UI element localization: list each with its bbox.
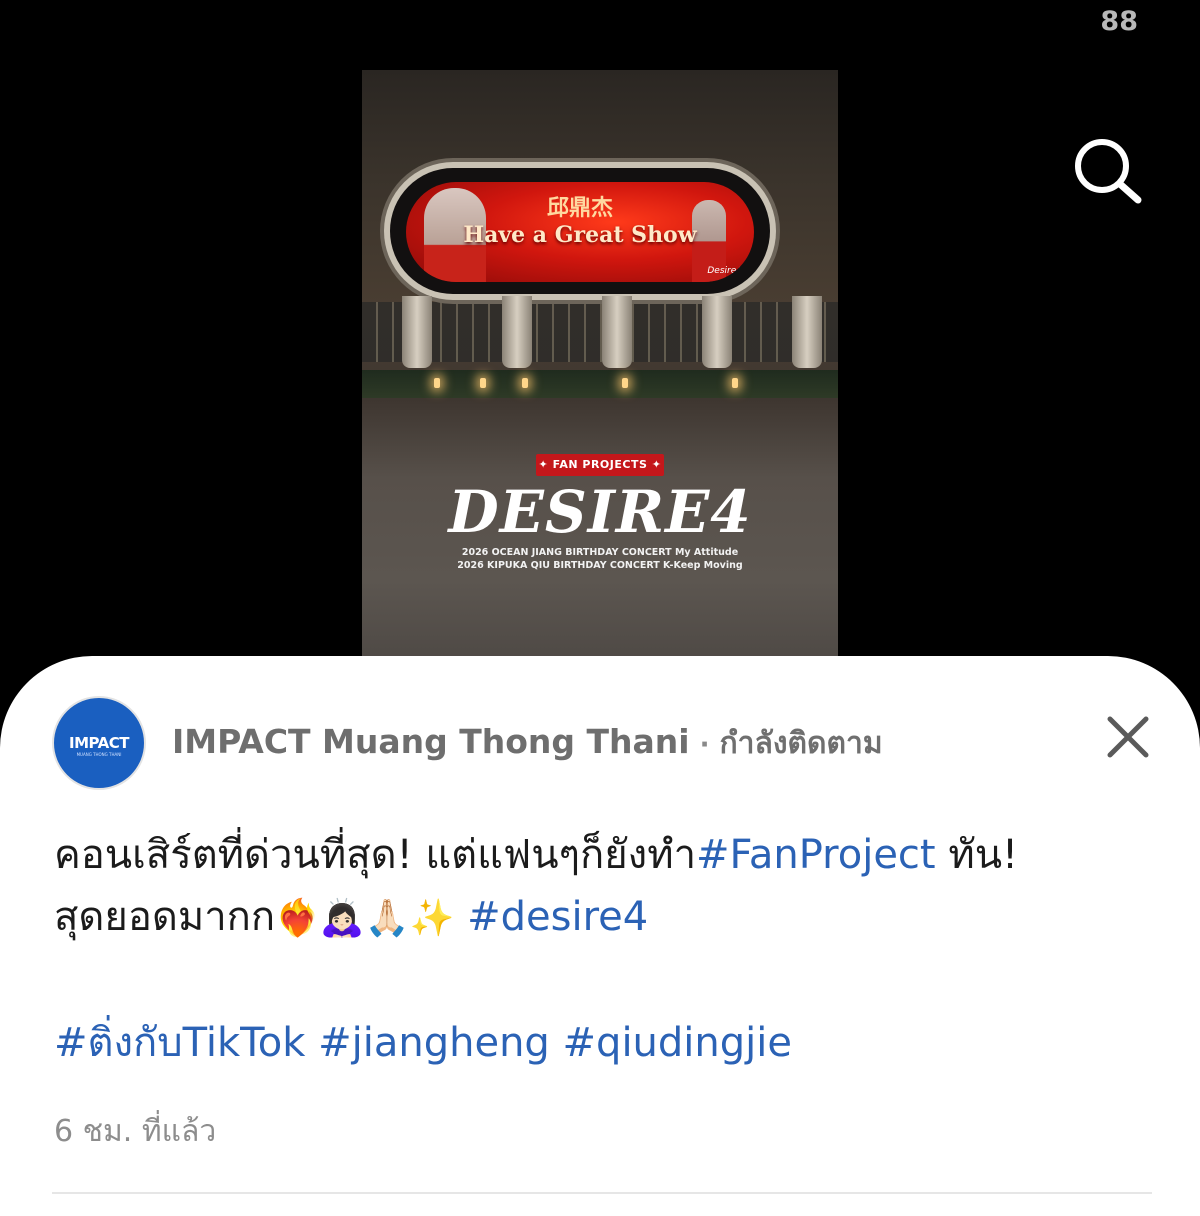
avatar-logo-text: IMPACT	[69, 734, 129, 752]
building-pillars	[392, 296, 822, 368]
ground-lamp	[732, 378, 738, 388]
fan-projects-badge: ✦ FAN PROJECTS ✦	[536, 454, 664, 476]
search-button[interactable]	[1070, 136, 1146, 206]
caption-text: คอนเสิร์ตที่ด่วนที่สุด! แต่แฟนๆก็ยังทำ	[54, 832, 697, 878]
concert-line-2: 2026 KIPUKA QIU BIRTHDAY CONCERT K-Keep …	[457, 560, 743, 571]
close-icon	[1107, 716, 1149, 758]
post-caption: คอนเสิร์ตที่ด่วนที่สุด! แต่แฟนๆก็ยังทำ#F…	[54, 824, 1154, 1074]
close-button[interactable]	[1104, 713, 1152, 761]
hashtag-jiangheng[interactable]: #jiangheng	[318, 1020, 550, 1066]
caption-line-2: สุดยอดมากก❤️‍🔥🙇🏻‍♀️🙏🏻✨ #desire4	[54, 886, 1154, 950]
caption-line-4: #ติ่งกับTikTok #jiangheng #qiudingjie	[54, 1012, 1154, 1074]
avatar-logo-subtext: MUANG THONG THANI	[76, 752, 122, 757]
hashtag-tiktok[interactable]: #ติ่งกับTikTok	[54, 1020, 305, 1066]
ground-lamp	[434, 378, 440, 388]
ground-lamp	[622, 378, 628, 388]
divider	[52, 1192, 1152, 1194]
hashtag-qiudingjie[interactable]: #qiudingjie	[563, 1020, 792, 1066]
caption-text: สุดยอดมากก	[54, 894, 276, 940]
hashtag-fanproject[interactable]: #FanProject	[696, 832, 936, 878]
billboard-chinese-name: 邱鼎杰	[546, 195, 613, 221]
video-title: DESIRE4	[448, 478, 752, 546]
billboard-screen: 邱鼎杰 Have a Great Show Desire4	[406, 182, 754, 282]
caption-text: ทัน!	[935, 832, 1019, 878]
post-timestamp: 6 ชม. ที่แล้ว	[54, 1114, 217, 1149]
account-name[interactable]: IMPACT Muang Thong Thani	[172, 722, 690, 761]
search-icon	[1075, 139, 1142, 204]
concert-line-1: 2026 OCEAN JIANG BIRTHDAY CONCERT My Att…	[461, 547, 739, 558]
caption-line-1: คอนเสิร์ตที่ด่วนที่สุด! แต่แฟนๆก็ยังทำ#F…	[54, 824, 1154, 886]
video-player[interactable]: 邱鼎杰 Have a Great Show Desire4 ✦ FAN PROJ…	[362, 70, 838, 670]
hashtag-desire4[interactable]: #desire4	[467, 894, 648, 940]
billboard-brand: Desire4	[707, 266, 742, 276]
avatar[interactable]: IMPACT MUANG THONG THANI	[52, 696, 146, 790]
follow-status[interactable]: กำลังติดตาม	[719, 726, 882, 761]
view-counter: 88	[1100, 6, 1138, 37]
ground-lamp	[480, 378, 486, 388]
ground-lamp	[522, 378, 528, 388]
post-header: IMPACT Muang Thong Thani · กำลังติดตาม	[172, 720, 883, 767]
billboard-title: Have a Great Show	[463, 222, 697, 248]
caption-emojis: ❤️‍🔥🙇🏻‍♀️🙏🏻✨	[275, 898, 455, 939]
header-separator: ·	[699, 730, 710, 760]
